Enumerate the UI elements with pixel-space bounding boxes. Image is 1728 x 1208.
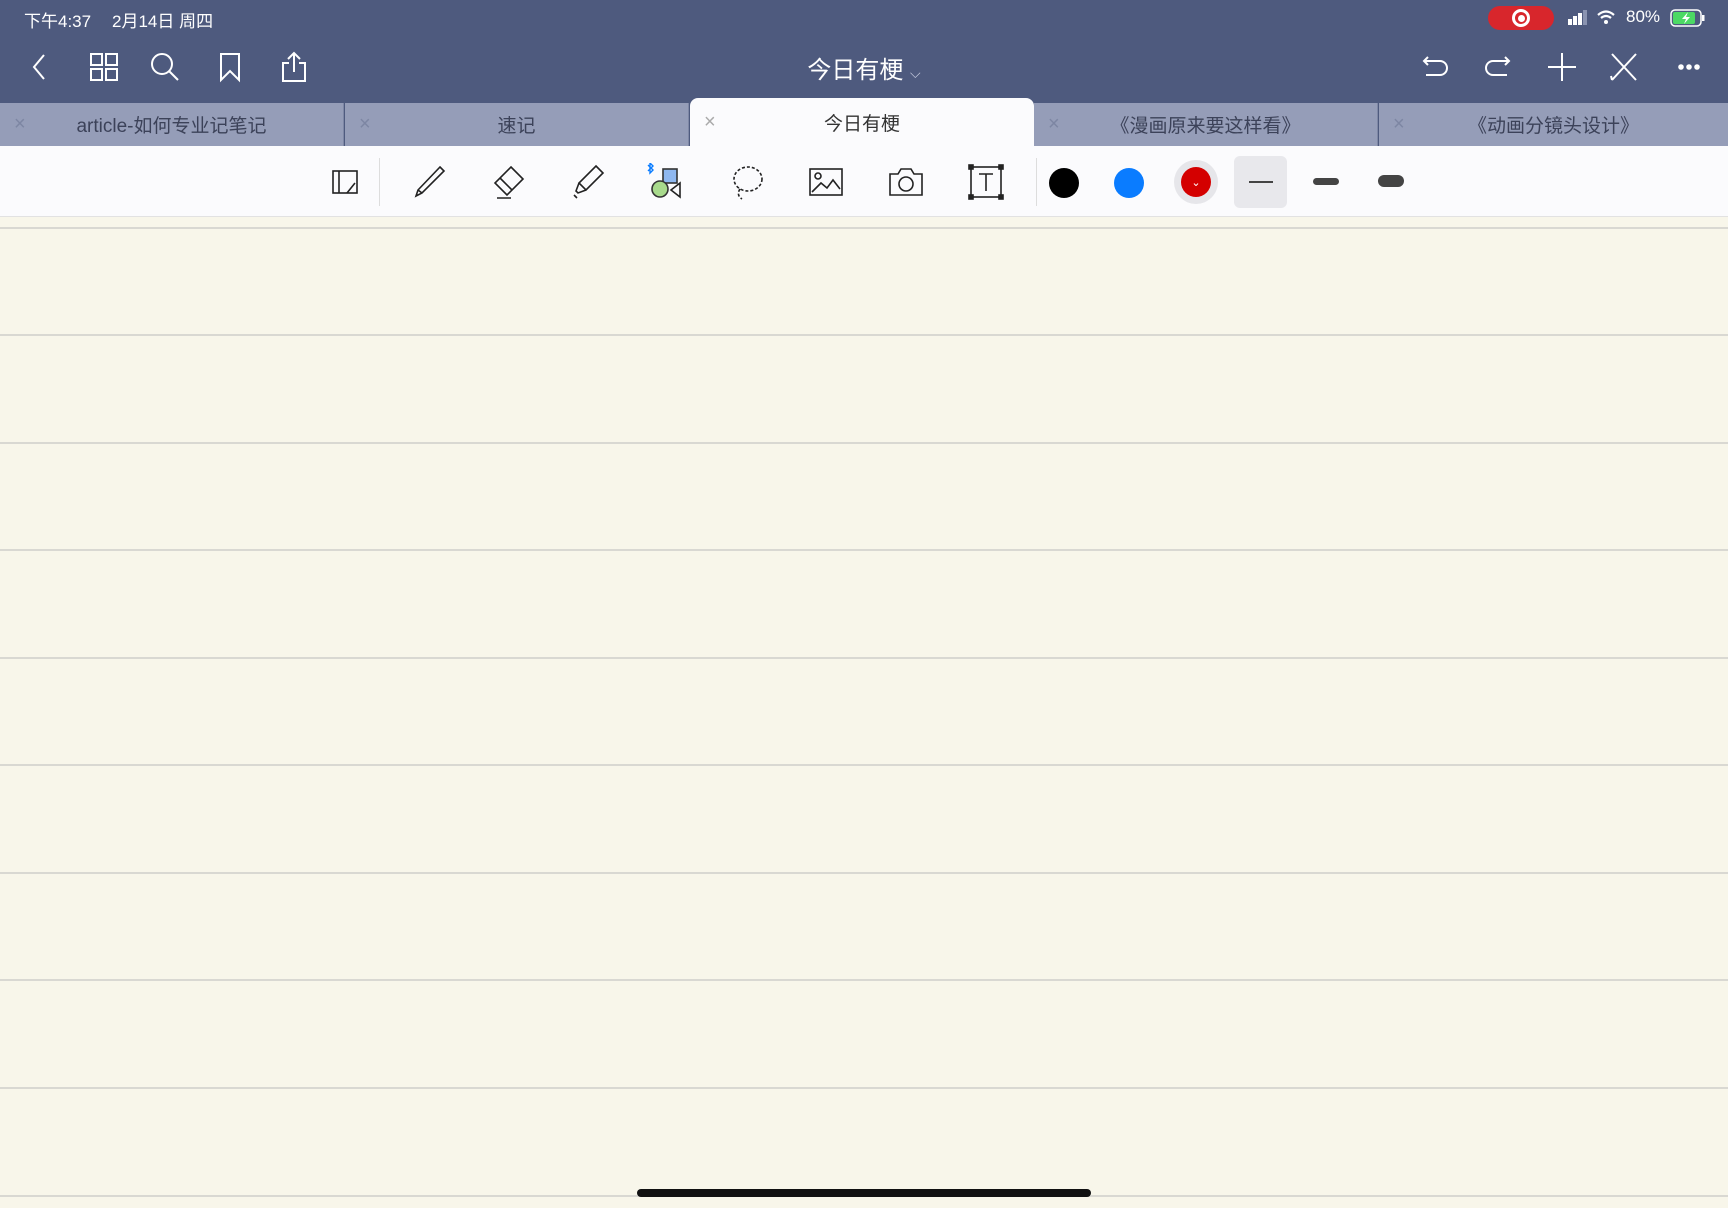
tab-jinri-active[interactable]: × 今日有梗 bbox=[690, 98, 1034, 146]
ruled-line bbox=[0, 442, 1728, 444]
ruled-line bbox=[0, 549, 1728, 551]
ruled-line bbox=[0, 334, 1728, 336]
tab-label: 速记 bbox=[497, 111, 535, 138]
tool-bar bbox=[0, 146, 1728, 217]
close-tab-icon[interactable]: × bbox=[359, 113, 371, 136]
color-swatch-blue[interactable] bbox=[1114, 168, 1144, 198]
undo-button[interactable] bbox=[1414, 47, 1454, 87]
ruled-line bbox=[0, 872, 1728, 874]
eraser-icon bbox=[489, 163, 527, 201]
lasso-tool[interactable] bbox=[725, 162, 769, 202]
ruled-line bbox=[0, 657, 1728, 659]
document-title-button[interactable]: 今日有梗 ⌵ bbox=[0, 50, 1728, 85]
more-button[interactable] bbox=[1669, 47, 1709, 87]
plus-icon bbox=[1546, 51, 1578, 83]
tab-label: 《动画分镜头设计》 bbox=[1468, 111, 1639, 138]
status-date: 2月14日 周四 bbox=[112, 7, 213, 32]
divider bbox=[379, 158, 380, 206]
camera-tool[interactable] bbox=[884, 162, 928, 202]
shapes-icon bbox=[646, 163, 684, 201]
pen-mode-button[interactable] bbox=[1604, 47, 1644, 87]
tab-donghua[interactable]: × 《动画分镜头设计》 bbox=[1379, 103, 1728, 146]
undo-icon bbox=[1418, 51, 1450, 83]
redo-icon bbox=[1483, 51, 1515, 83]
close-tab-icon[interactable]: × bbox=[1393, 113, 1405, 136]
battery-charging-icon bbox=[1670, 9, 1706, 27]
home-indicator[interactable] bbox=[637, 1189, 1091, 1197]
signal-icon bbox=[1568, 10, 1590, 26]
tab-label: 《漫画原来要这样看》 bbox=[1110, 111, 1300, 138]
color-swatch-black[interactable] bbox=[1049, 168, 1079, 198]
image-tool[interactable] bbox=[804, 162, 848, 202]
image-icon bbox=[807, 163, 845, 201]
text-box-icon bbox=[967, 163, 1005, 201]
camera-icon bbox=[887, 163, 925, 201]
text-tool[interactable] bbox=[964, 162, 1008, 202]
divider bbox=[1036, 158, 1037, 206]
close-tab-icon[interactable]: × bbox=[704, 111, 716, 134]
chevron-down-icon: ⌄ bbox=[1181, 167, 1211, 197]
tab-article[interactable]: × article-如何专业记笔记 bbox=[0, 103, 344, 146]
pen-tool[interactable] bbox=[407, 162, 451, 202]
ruled-line bbox=[0, 764, 1728, 766]
document-title: 今日有梗 bbox=[807, 57, 903, 84]
page-layout-icon bbox=[325, 163, 363, 201]
close-tab-icon[interactable]: × bbox=[14, 113, 26, 136]
shape-tool[interactable] bbox=[643, 162, 687, 202]
ruled-line bbox=[0, 227, 1728, 229]
close-tab-icon[interactable]: × bbox=[1048, 113, 1060, 136]
stroke-thin-selected[interactable] bbox=[1234, 156, 1287, 208]
tab-label: article-如何专业记笔记 bbox=[76, 111, 266, 138]
pencil-cross-icon bbox=[1608, 51, 1640, 83]
lasso-icon bbox=[728, 163, 766, 201]
battery-percent: 80% bbox=[1626, 7, 1660, 27]
highlighter-icon bbox=[568, 163, 606, 201]
page-layout-button[interactable] bbox=[322, 162, 366, 202]
ruled-line bbox=[0, 979, 1728, 981]
ruled-line bbox=[0, 1087, 1728, 1089]
eraser-tool[interactable] bbox=[486, 162, 530, 202]
highlighter-tool[interactable] bbox=[565, 162, 609, 202]
more-icon bbox=[1673, 51, 1705, 83]
tab-label: 今日有梗 bbox=[824, 109, 900, 136]
note-canvas[interactable] bbox=[0, 217, 1728, 1208]
chevron-down-icon: ⌵ bbox=[910, 65, 921, 81]
tab-manhua[interactable]: × 《漫画原来要这样看》 bbox=[1034, 103, 1378, 146]
stroke-medium[interactable] bbox=[1313, 178, 1339, 185]
add-page-button[interactable] bbox=[1542, 47, 1582, 87]
screen-recording-indicator[interactable] bbox=[1488, 6, 1554, 30]
wifi-icon bbox=[1596, 9, 1616, 25]
status-time: 下午4:37 bbox=[24, 7, 91, 32]
stroke-thick[interactable] bbox=[1378, 175, 1404, 187]
tab-suji[interactable]: × 速记 bbox=[345, 103, 689, 146]
redo-button[interactable] bbox=[1479, 47, 1519, 87]
pen-icon bbox=[410, 163, 448, 201]
color-swatch-red-selected[interactable]: ⌄ bbox=[1174, 160, 1218, 204]
